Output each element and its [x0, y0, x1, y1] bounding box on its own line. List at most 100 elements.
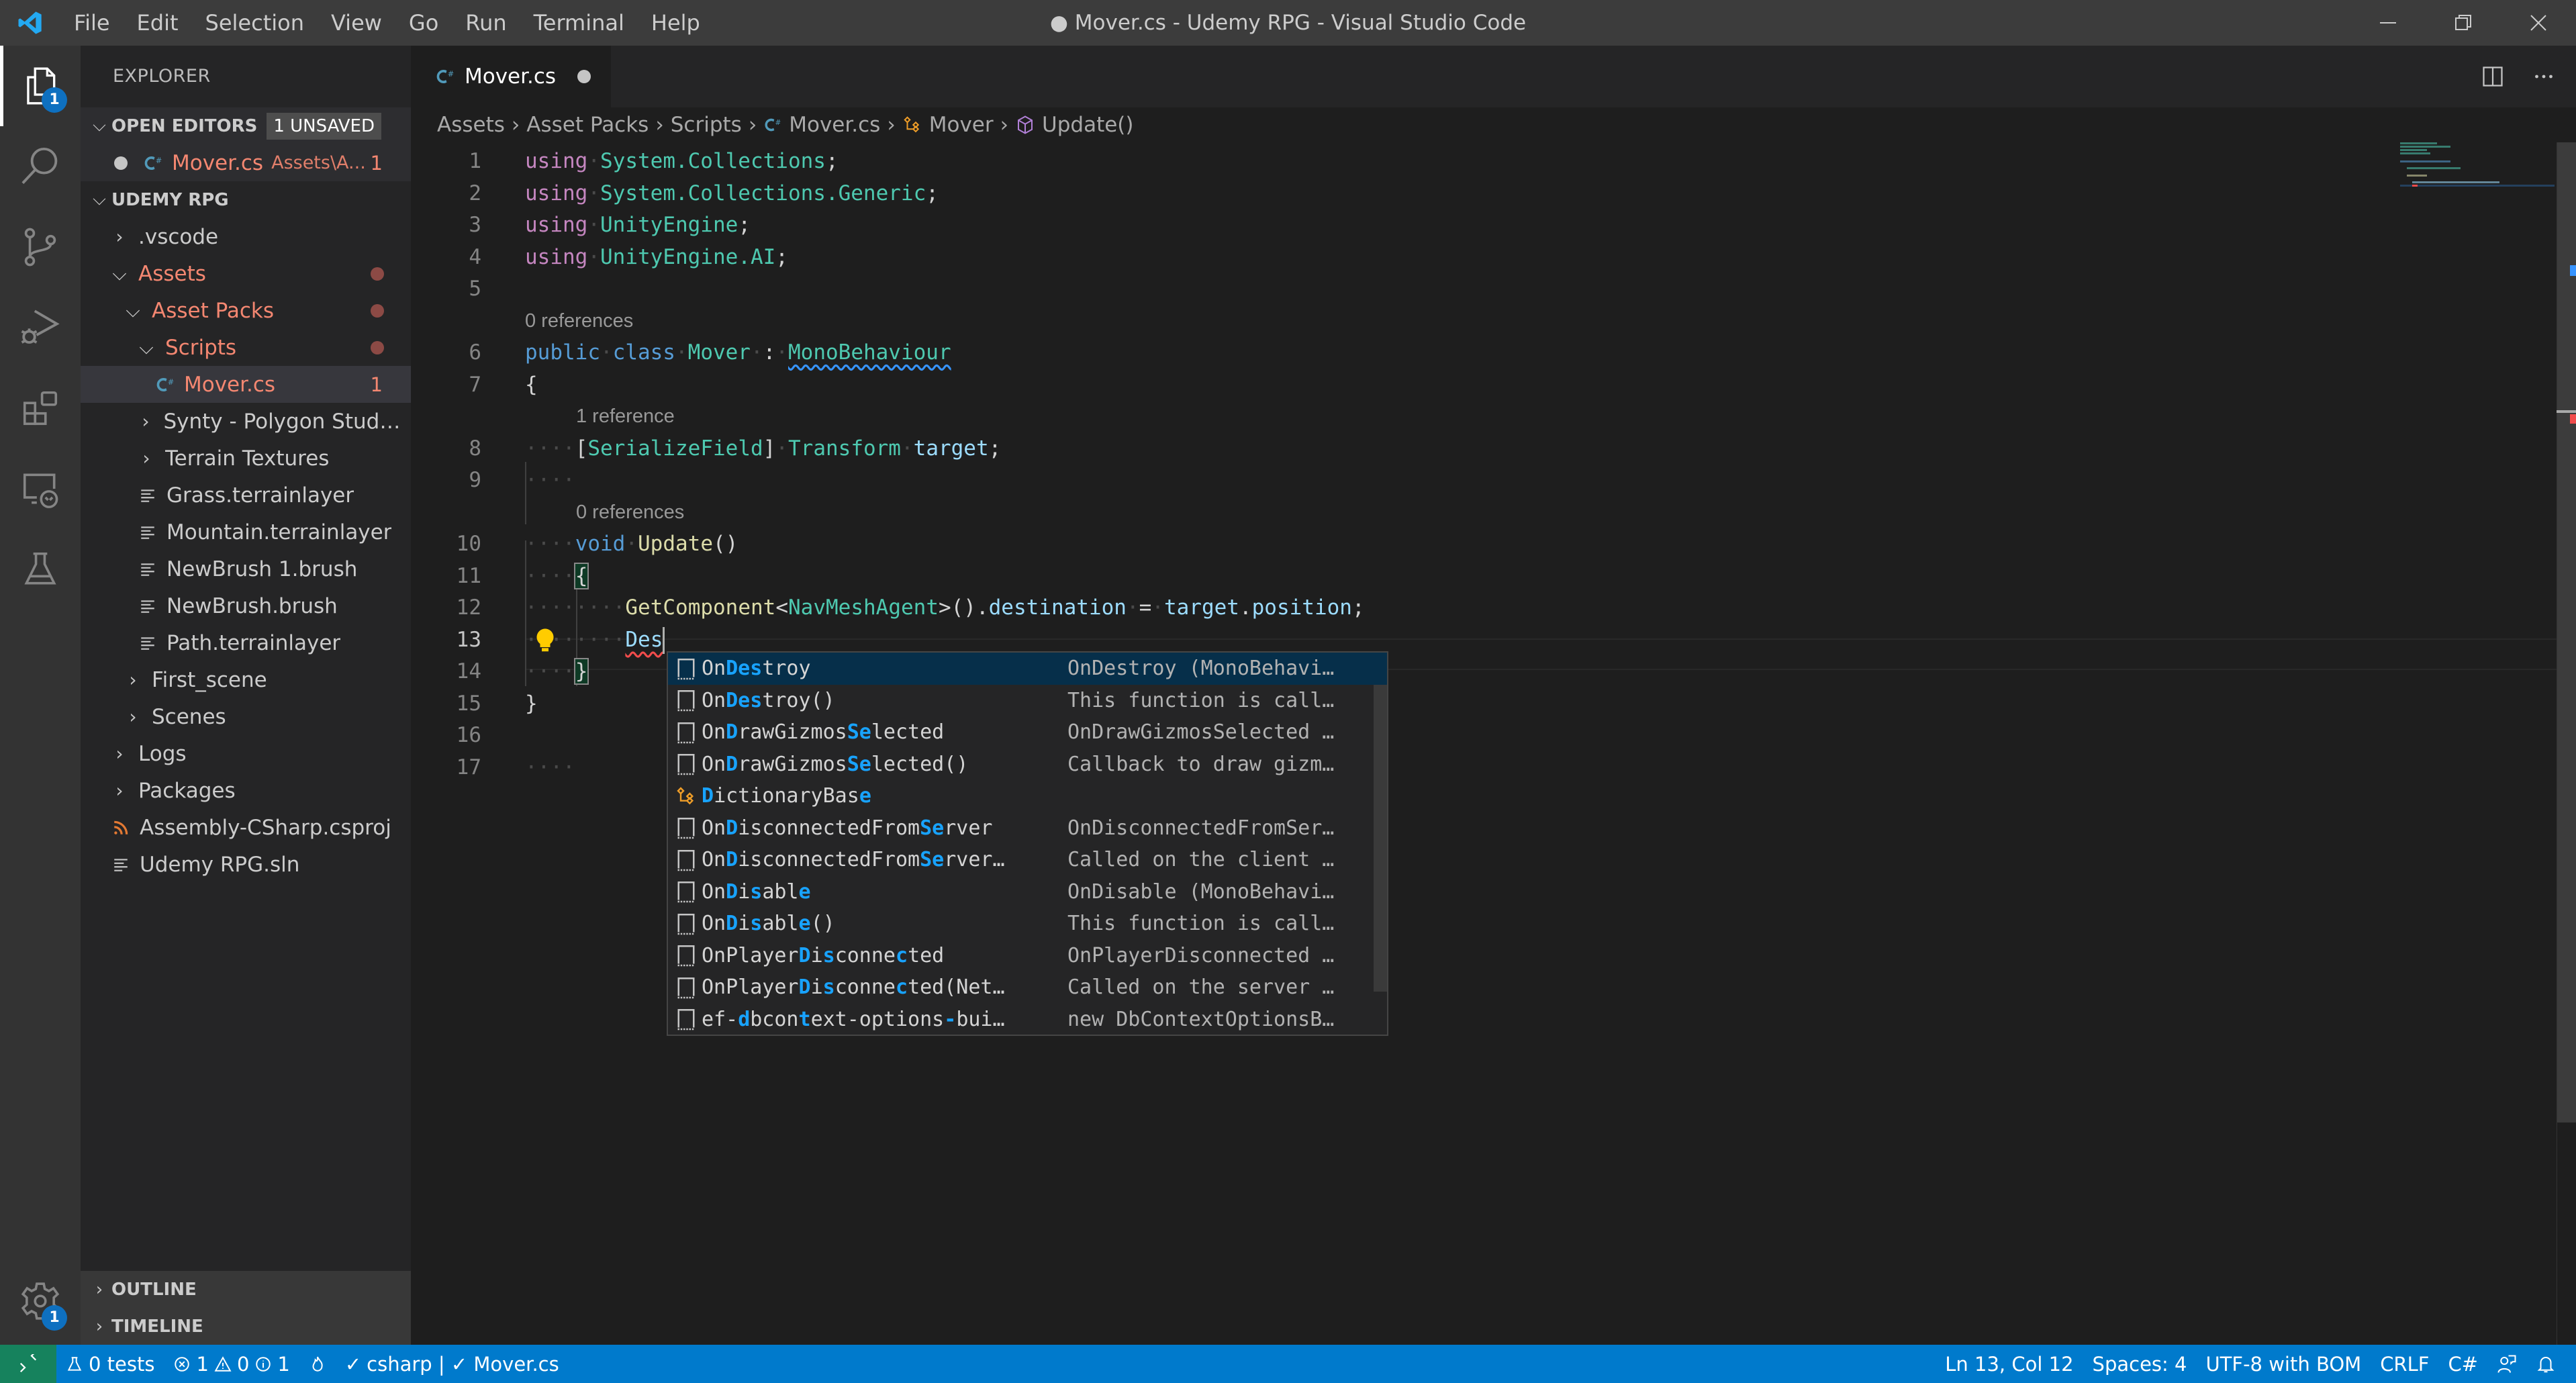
- code-line[interactable]: 3 using·UnityEngine;: [411, 209, 2526, 241]
- tree-item[interactable]: › Logs: [81, 735, 411, 772]
- menu-terminal[interactable]: Terminal: [520, 0, 638, 46]
- open-editor-item[interactable]: # Mover.cs Assets\A... 1: [81, 144, 411, 181]
- tab-mover-cs[interactable]: # Mover.cs: [411, 46, 611, 107]
- feedback-button[interactable]: [2487, 1345, 2526, 1383]
- code-lens-references[interactable]: 0 references: [576, 497, 684, 528]
- menu-edit[interactable]: Edit: [124, 0, 192, 46]
- more-actions-icon[interactable]: [2532, 64, 2556, 89]
- language-mode[interactable]: C#: [2438, 1345, 2487, 1383]
- remote-indicator[interactable]: [0, 1345, 56, 1383]
- code-line[interactable]: 6 public·class·Mover·:·MonoBehaviour: [411, 337, 2526, 369]
- tree-item[interactable]: › .vscode: [81, 218, 411, 255]
- notifications-button[interactable]: [2526, 1345, 2576, 1383]
- suggestion-item[interactable]: OnDestroy() This function is call…: [668, 685, 1387, 717]
- code-lens-references[interactable]: 1 reference: [576, 401, 675, 432]
- suggestion-item[interactable]: OnDestroy OnDestroy (MonoBehavi…: [668, 653, 1387, 685]
- tree-item[interactable]: › Synty - Polygon Studen...: [81, 403, 411, 440]
- tree-item[interactable]: › Scenes: [81, 698, 411, 735]
- omnisharp-flame[interactable]: [299, 1345, 336, 1383]
- tree-item[interactable]: › Terrain Textures: [81, 440, 411, 477]
- suggestion-item[interactable]: OnDisable OnDisable (MonoBehavi…: [668, 876, 1387, 908]
- tree-item[interactable]: Mountain.terrainlayer: [81, 514, 411, 551]
- menu-selection[interactable]: Selection: [192, 0, 318, 46]
- tree-item-label: Assembly-CSharp.csproj: [140, 815, 391, 840]
- breadcrumb-file[interactable]: Mover.cs: [789, 113, 880, 137]
- minimize-button[interactable]: [2350, 0, 2426, 46]
- lightbulb-icon[interactable]: [535, 627, 555, 654]
- end-of-line[interactable]: CRLF: [2371, 1345, 2438, 1383]
- menu-go[interactable]: Go: [395, 0, 452, 46]
- dirty-indicator-icon[interactable]: [577, 70, 591, 83]
- tree-item[interactable]: NewBrush 1.brush: [81, 551, 411, 587]
- suggestion-item[interactable]: OnPlayerDisconnected OnPlayerDisconnected…: [668, 940, 1387, 972]
- tree-item[interactable]: › Packages: [81, 772, 411, 809]
- suggestion-item[interactable]: OnDisconnectedFromServer… Called on the c…: [668, 844, 1387, 876]
- tree-item[interactable]: ⌵ Scripts: [81, 329, 411, 366]
- menu-run[interactable]: Run: [452, 0, 520, 46]
- test-status[interactable]: 0 tests: [56, 1345, 164, 1383]
- tree-item[interactable]: Grass.terrainlayer: [81, 477, 411, 514]
- tree-item[interactable]: Assembly-CSharp.csproj: [81, 809, 411, 846]
- activity-remote-explorer[interactable]: [0, 448, 81, 529]
- cursor-position[interactable]: Ln 13, Col 12: [1936, 1345, 2083, 1383]
- suggestion-item[interactable]: OnDisconnectedFromServer OnDisconnectedFr…: [668, 812, 1387, 845]
- menu-view[interactable]: View: [318, 0, 395, 46]
- code-line[interactable]: 4 using·UnityEngine.AI;: [411, 242, 2526, 273]
- indentation[interactable]: Spaces: 4: [2083, 1345, 2197, 1383]
- problems-status[interactable]: 1 0 1: [164, 1345, 299, 1383]
- open-editors-header[interactable]: ⌵ OPEN EDITORS 1 UNSAVED: [81, 107, 411, 144]
- minimap[interactable]: [2400, 142, 2555, 209]
- vertical-scrollbar[interactable]: [2557, 142, 2576, 1345]
- breadcrumb-class[interactable]: Mover: [929, 113, 994, 137]
- outline-header[interactable]: › OUTLINE: [81, 1271, 411, 1308]
- code-line[interactable]: 7{: [411, 369, 2526, 401]
- breadcrumb-assets[interactable]: Assets: [437, 113, 505, 137]
- encoding[interactable]: UTF-8 with BOM: [2196, 1345, 2371, 1383]
- restore-button[interactable]: [2426, 0, 2501, 46]
- code-line[interactable]: 9 ····: [411, 465, 2526, 496]
- tree-item[interactable]: Udemy RPG.sln: [81, 846, 411, 883]
- timeline-header[interactable]: › TIMELINE: [81, 1308, 411, 1345]
- tree-item[interactable]: ⌵ Asset Packs: [81, 292, 411, 329]
- restore-icon: [2455, 15, 2471, 30]
- split-editor-icon[interactable]: [2481, 64, 2505, 89]
- breadcrumb-method[interactable]: Update(): [1042, 113, 1133, 137]
- workspace-header[interactable]: ⌵ UDEMY RPG: [81, 181, 411, 218]
- dirty-dot-icon[interactable]: [114, 156, 128, 170]
- suggestion-item[interactable]: OnDrawGizmosSelected() Callback to draw g…: [668, 749, 1387, 781]
- suggestion-item[interactable]: OnPlayerDisconnected(Net… Called on the s…: [668, 971, 1387, 1004]
- code-line[interactable]: 10 ····void·Update(): [411, 528, 2526, 560]
- activity-extensions[interactable]: [0, 368, 81, 448]
- code-line[interactable]: 8 ····[SerializeField]·Transform·target;: [411, 433, 2526, 465]
- activity-source-control[interactable]: [0, 207, 81, 287]
- close-window-button[interactable]: [2501, 0, 2576, 46]
- code-line[interactable]: 1 using·System.Collections;: [411, 146, 2526, 177]
- scrollbar-thumb[interactable]: [2557, 142, 2576, 1123]
- activity-explorer[interactable]: 1: [0, 46, 81, 126]
- menu-help[interactable]: Help: [638, 0, 714, 46]
- code-line[interactable]: 2 using·System.Collections.Generic;: [411, 178, 2526, 209]
- suggestion-item[interactable]: ef-dbcontext-options-bui… new DbContextOp…: [668, 1004, 1387, 1036]
- suggestion-item[interactable]: OnDrawGizmosSelected OnDrawGizmosSelected…: [668, 716, 1387, 749]
- activity-testing[interactable]: [0, 529, 81, 610]
- tree-item[interactable]: NewBrush.brush: [81, 587, 411, 624]
- activity-settings[interactable]: 1: [0, 1261, 81, 1341]
- code-lens-references[interactable]: 0 references: [525, 305, 633, 337]
- code-line[interactable]: 11 ····{: [411, 561, 2526, 592]
- tree-item[interactable]: Path.terrainlayer: [81, 624, 411, 661]
- code-line[interactable]: 12 ········GetComponent<NavMeshAgent>().d…: [411, 592, 2526, 624]
- suggestion-item[interactable]: DictionaryBase: [668, 780, 1387, 812]
- line-number: 16: [456, 723, 481, 747]
- tree-item[interactable]: › First_scene: [81, 661, 411, 698]
- tree-item[interactable]: ⌵ Assets: [81, 255, 411, 292]
- menu-file[interactable]: File: [60, 0, 124, 46]
- code-line[interactable]: 5: [411, 273, 2526, 305]
- activity-run-debug[interactable]: [0, 287, 81, 368]
- tree-item[interactable]: # Mover.cs 1: [81, 366, 411, 403]
- breadcrumb-scripts[interactable]: Scripts: [671, 113, 742, 137]
- activity-bar: 1 1: [0, 46, 81, 1345]
- suggestion-item[interactable]: OnDisable() This function is call…: [668, 908, 1387, 940]
- activity-search[interactable]: [0, 126, 81, 207]
- omnisharp-status[interactable]: ✓ csharp | ✓ Mover.cs: [336, 1345, 569, 1383]
- breadcrumb-asset-packs[interactable]: Asset Packs: [526, 113, 649, 137]
